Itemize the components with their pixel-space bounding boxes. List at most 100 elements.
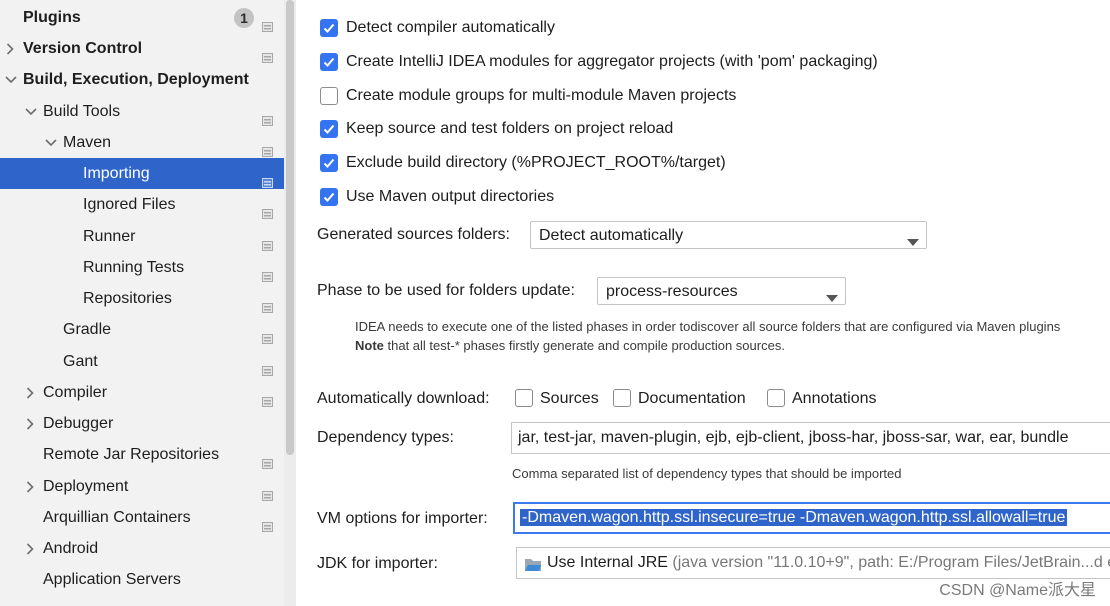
tree-item-android[interactable]: Android <box>0 533 284 564</box>
checkbox-label: Keep source and test folders on project … <box>346 120 674 137</box>
jdk-detail: (java version "11.0.10+9", path: E:/Prog… <box>667 554 1110 571</box>
checkbox-label: Documentation <box>638 390 746 407</box>
checkbox-row[interactable]: Create IntelliJ IDEA modules for aggrega… <box>320 52 920 74</box>
project-settings-icon <box>262 43 273 63</box>
chevron-right-icon[interactable] <box>6 33 18 64</box>
input-value: jar, test-jar, maven-plugin, ejb, ejb-cl… <box>518 429 1069 446</box>
checkbox-row[interactable]: Detect compiler automatically <box>320 18 880 40</box>
vm-options-input[interactable]: -Dmaven.wagon.http.ssl.insecure=true -Dm… <box>513 502 1110 534</box>
tree-item-label: Gradle <box>63 321 112 338</box>
project-settings-icon <box>262 481 273 501</box>
use-maven-output-directories-checkbox[interactable] <box>320 188 338 206</box>
tree-item-compiler[interactable]: Compiler <box>0 377 284 408</box>
checkbox-label: Exclude build directory (%PROJECT_ROOT%/… <box>346 154 726 171</box>
download-annotations-checkbox[interactable] <box>767 389 785 407</box>
project-settings-icon <box>262 356 273 376</box>
chevron-right-icon[interactable] <box>26 408 38 439</box>
project-settings-icon <box>262 387 273 407</box>
dependency-types-input[interactable]: jar, test-jar, maven-plugin, ejb, ejb-cl… <box>511 422 1110 454</box>
dropdown-arrow-icon <box>826 289 838 307</box>
checkbox-label: Create IntelliJ IDEA modules for aggrega… <box>346 53 878 70</box>
folder-icon <box>524 556 542 577</box>
project-settings-icon <box>262 449 273 469</box>
download-sources-checkbox[interactable] <box>515 389 533 407</box>
tree-item-label: Gant <box>63 353 98 370</box>
exclude-build-directory-checkbox[interactable] <box>320 154 338 172</box>
tree-item-version-control[interactable]: Version Control <box>0 33 284 64</box>
checkbox-label: Annotations <box>792 390 877 407</box>
tree-item-label: Repositories <box>83 290 172 307</box>
vm-options-label: VM options for importer: <box>317 510 488 527</box>
tree-item-repositories[interactable]: Repositories <box>0 283 284 314</box>
checkbox-label: Use Maven output directories <box>346 188 555 205</box>
tree-item-label: Maven <box>63 134 112 151</box>
generated-sources-dropdown[interactable]: Detect automatically <box>530 221 927 249</box>
jdk-dropdown[interactable]: Use Internal JRE (java version "11.0.10+… <box>516 547 1110 579</box>
project-settings-icon <box>262 12 273 32</box>
tree-item-runner[interactable]: Runner <box>0 221 284 252</box>
chevron-right-icon[interactable] <box>26 377 38 408</box>
download-sources-option[interactable]: Sources <box>515 389 605 411</box>
tree-item-label: Android <box>43 540 99 557</box>
project-settings-icon <box>262 168 273 188</box>
maven-importing-settings-panel: Detect compiler automatically Create Int… <box>296 0 1110 606</box>
checkbox-label: Detect compiler automatically <box>346 19 555 36</box>
checkbox-row[interactable]: Exclude build directory (%PROJECT_ROOT%/… <box>320 153 880 175</box>
tree-item-maven[interactable]: Maven <box>0 127 284 158</box>
tree-item-deployment[interactable]: Deployment <box>0 471 284 502</box>
project-settings-icon <box>262 106 273 126</box>
tree-item-label: Build Tools <box>43 103 121 120</box>
updates-count-badge: 1 <box>234 8 254 28</box>
checkbox-row[interactable]: Create module groups for multi-module Ma… <box>320 86 880 108</box>
watermark: CSDN @Name派大星 <box>939 582 1096 599</box>
chevron-down-icon[interactable] <box>25 96 37 127</box>
tree-item-label: Running Tests <box>83 259 185 276</box>
download-annotations-option[interactable]: Annotations <box>767 389 887 411</box>
create-module-groups-checkbox[interactable] <box>320 87 338 105</box>
checkbox-label: Sources <box>540 390 599 407</box>
tree-item-plugins[interactable]: Plugins 1 <box>0 2 284 33</box>
tree-item-label: Build, Execution, Deployment <box>23 71 249 88</box>
tree-item-remote-jar-repositories[interactable]: Remote Jar Repositories <box>0 439 284 470</box>
tree-item-label: Version Control <box>23 40 143 57</box>
detect-compiler-checkbox[interactable] <box>320 19 338 37</box>
keep-source-folders-checkbox[interactable] <box>320 120 338 138</box>
create-modules-aggregator-checkbox[interactable] <box>320 53 338 71</box>
dropdown-value: process-resources <box>606 283 738 300</box>
dependency-types-label: Dependency types: <box>317 429 454 446</box>
chevron-right-icon[interactable] <box>26 533 38 564</box>
tree-item-arquillian-containers[interactable]: Arquillian Containers <box>0 502 284 533</box>
download-documentation-option[interactable]: Documentation <box>613 389 755 411</box>
phase-dropdown[interactable]: process-resources <box>597 277 846 305</box>
tree-item-ignored-files[interactable]: Ignored Files <box>0 189 284 220</box>
tree-item-gradle[interactable]: Gradle <box>0 314 284 345</box>
chevron-right-icon[interactable] <box>26 471 38 502</box>
project-settings-icon <box>262 293 273 313</box>
jdk-value-row: Use Internal JRE (java version "11.0.10+… <box>547 553 1110 573</box>
jdk-name: Use Internal JRE <box>547 554 668 571</box>
phase-label: Phase to be used for folders update: <box>317 282 575 299</box>
checkbox-row[interactable]: Use Maven output directories <box>320 187 880 209</box>
project-settings-icon <box>262 262 273 282</box>
checkbox-row[interactable]: Keep source and test folders on project … <box>320 119 880 141</box>
tree-item-label: Plugins <box>23 9 81 26</box>
project-settings-icon <box>262 199 273 219</box>
sidebar-scrollbar-thumb[interactable] <box>286 0 294 455</box>
download-documentation-checkbox[interactable] <box>613 389 631 407</box>
chevron-down-icon[interactable] <box>45 127 57 158</box>
tree-item-debugger[interactable]: Debugger <box>0 408 284 439</box>
selected-text: -Dmaven.wagon.http.ssl.insecure=true -Dm… <box>520 509 1068 526</box>
chevron-down-icon[interactable] <box>5 64 17 95</box>
phase-note-line2: Note that all test-* phases firstly gene… <box>355 336 785 356</box>
tree-item-label: Ignored Files <box>83 196 176 213</box>
project-settings-icon <box>262 324 273 344</box>
tree-item-label: Compiler <box>43 384 108 401</box>
tree-item-running-tests[interactable]: Running Tests <box>0 252 284 283</box>
tree-item-build-execution-deployment[interactable]: Build, Execution, Deployment <box>0 64 284 95</box>
tree-item-application-servers[interactable]: Application Servers <box>0 564 284 595</box>
tree-item-importing[interactable]: Importing <box>0 158 284 189</box>
tree-item-build-tools[interactable]: Build Tools <box>0 96 284 127</box>
tree-item-gant[interactable]: Gant <box>0 346 284 377</box>
generated-sources-label: Generated sources folders: <box>317 226 510 243</box>
phase-note-line1: IDEA needs to execute one of the listed … <box>355 319 1061 334</box>
